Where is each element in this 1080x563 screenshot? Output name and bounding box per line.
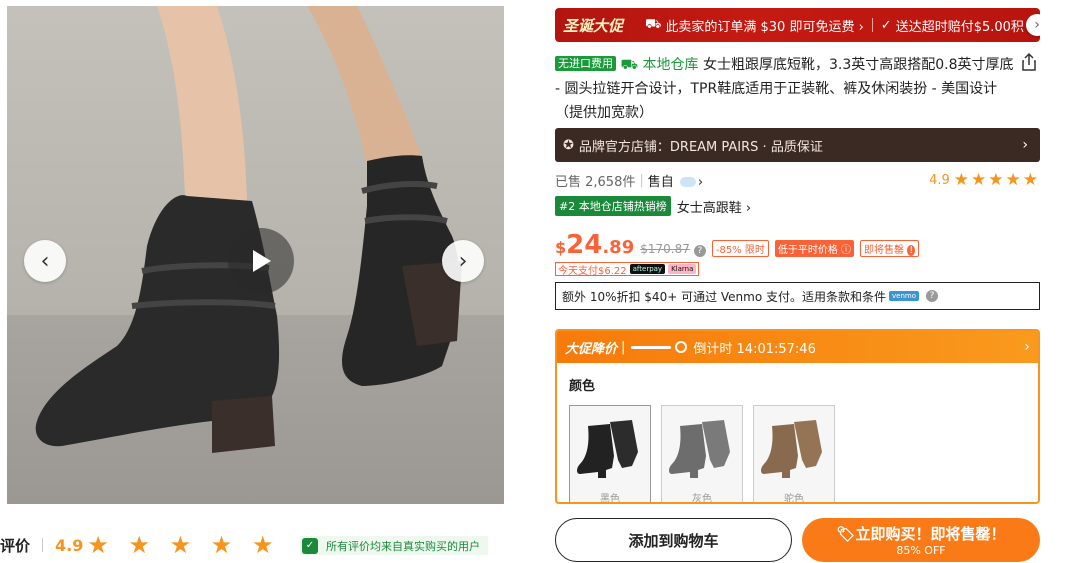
buy-now-text: 立即购买！即将售罄！ bbox=[855, 525, 1006, 543]
sold-count: 已售 2,658件 bbox=[555, 174, 636, 190]
countdown-timer: 倒计时 14:01:57:46 bbox=[693, 341, 816, 357]
prev-image-button[interactable]: ‹ bbox=[24, 240, 66, 282]
late-delivery-notice[interactable]: ✓ 送达超时赔付$5.00积 bbox=[881, 16, 1024, 35]
verified-reviews-notice: ✓ 所有评价均来自真实购买的用户 bbox=[300, 536, 488, 555]
price-row: $24.89 $170.87 ? -85% 限时 低于平时价格 ⓘ 即将售罄 ! bbox=[555, 230, 920, 260]
venmo-offer[interactable]: 额外 10%折扣 $40+ 可通过 Venmo 支付。适用条款和条件 venmo… bbox=[555, 282, 1040, 310]
product-image-gallery[interactable]: ‹ › bbox=[7, 6, 504, 504]
swatch-image bbox=[761, 420, 822, 478]
lower-price-text: 低于平时价格 bbox=[777, 245, 838, 256]
next-image-button[interactable]: › bbox=[442, 240, 484, 282]
verified-text: 所有评价均来自真实购买的用户 bbox=[326, 539, 480, 553]
swatch-image bbox=[577, 420, 638, 478]
color-swatch-tan[interactable]: 驼色 bbox=[753, 405, 835, 504]
product-title: 无进口费用 ⛟ 本地仓库 女士粗跟厚底短靴，3.3英寸高跟搭配0.8英寸厚底 -… bbox=[555, 53, 1015, 125]
chevron-left-icon: ‹ bbox=[40, 248, 50, 274]
buy-now-label: 🏷立即购买！即将售罄！ bbox=[836, 523, 1005, 544]
ranking-row[interactable]: #2 本地仓店铺热销榜 女士高跟鞋 › bbox=[555, 196, 751, 216]
buy-now-button[interactable]: 🏷立即购买！即将售罄！ 85% OFF bbox=[802, 518, 1040, 562]
afterpay-logo: afterpay bbox=[629, 264, 666, 274]
rating-score: 4.9 bbox=[929, 172, 950, 188]
banner-next-button[interactable]: › bbox=[1026, 14, 1040, 36]
divider bbox=[871, 18, 873, 32]
price-integer: 24 bbox=[566, 230, 603, 260]
ranking-tag: #2 本地仓店铺热销榜 bbox=[555, 196, 671, 216]
clock-icon bbox=[675, 341, 688, 353]
installment-badge[interactable]: 今天支付$6.22 afterpay Klarna bbox=[555, 262, 700, 277]
info-icon[interactable]: ? bbox=[693, 245, 706, 257]
lower-price-badge[interactable]: 低于平时价格 ⓘ bbox=[774, 240, 855, 257]
chevron-right-icon: › bbox=[1016, 335, 1038, 359]
late-delivery-text: 送达超时赔付$5.00积 bbox=[895, 19, 1024, 35]
chevron-right-icon: › bbox=[1022, 137, 1028, 153]
swatch-label: 黑色 bbox=[600, 494, 620, 504]
chevron-right-icon: › bbox=[458, 248, 468, 274]
seller-badge-icon bbox=[679, 177, 696, 187]
reviews-score: 4.9 bbox=[55, 535, 84, 555]
divider: | bbox=[639, 172, 644, 188]
divider: | bbox=[621, 339, 626, 355]
star-rating-icon: ★ ★ ★ ★ ★ bbox=[87, 531, 280, 559]
brand-text: 品牌官方店铺：DREAM PAIRS · 品质保证 bbox=[578, 139, 823, 155]
venmo-offer-text: 额外 10%折扣 $40+ 可通过 Venmo 支付。适用条款和条件 bbox=[562, 289, 887, 304]
swatch-image bbox=[669, 420, 730, 478]
official-store-bar[interactable]: ✪ 品牌官方店铺：DREAM PAIRS · 品质保证 › bbox=[555, 128, 1040, 162]
flash-sale-header[interactable]: 大促降价 | 倒计时 14:01:57:46 › bbox=[557, 331, 1038, 363]
ranking-category: 女士高跟鞋 › bbox=[676, 200, 752, 216]
verified-badge-icon: ✪ bbox=[563, 137, 574, 153]
original-price: $170.87 bbox=[640, 242, 690, 256]
reviews-label: 评价 bbox=[0, 536, 31, 555]
venmo-logo: venmo bbox=[889, 291, 920, 301]
add-to-cart-button[interactable]: 添加到购物车 bbox=[555, 518, 792, 562]
selling-out-badge: 即将售罄 ! bbox=[860, 240, 920, 257]
selling-out-text: 即将售罄 bbox=[864, 245, 905, 256]
flash-sale-panel: 大促降价 | 倒计时 14:01:57:46 › 颜色 黑色 灰色 驼色 bbox=[555, 329, 1040, 504]
share-icon[interactable] bbox=[1019, 52, 1039, 72]
divider bbox=[42, 538, 44, 552]
alert-icon: ! bbox=[907, 245, 916, 256]
pay-today-text: 今天支付$6.22 bbox=[558, 265, 627, 277]
current-price: $24.89 bbox=[555, 230, 634, 260]
play-icon bbox=[253, 250, 271, 272]
discount-badge: -85% 限时 bbox=[711, 240, 769, 257]
sold-by-label: 售自 bbox=[647, 174, 674, 190]
promo-banner[interactable]: 圣诞大促 ⛟ 此卖家的订单满 $30 即可免运费 › ✓ 送达超时赔付$5.00… bbox=[555, 8, 1040, 42]
klarna-logo: Klarna bbox=[668, 264, 697, 274]
truck-icon: ⛟ bbox=[645, 16, 662, 32]
buy-now-discount: 85% OFF bbox=[896, 544, 946, 557]
local-warehouse-label: 本地仓库 bbox=[642, 57, 699, 73]
banner-logo: 圣诞大促 bbox=[563, 16, 624, 35]
check-icon: ✓ bbox=[880, 17, 892, 33]
color-swatch-gray[interactable]: 灰色 bbox=[661, 405, 743, 504]
sales-row: 已售 2,658件 | 售自 › 4.9 ★★★★★ bbox=[555, 170, 1040, 190]
free-shipping-text: 此卖家的订单满 $30 即可免运费 › bbox=[665, 19, 864, 35]
shield-check-icon: ✓ bbox=[302, 537, 318, 554]
swatch-label: 灰色 bbox=[692, 494, 712, 504]
progress-bar bbox=[631, 345, 672, 349]
play-video-button[interactable] bbox=[228, 228, 294, 294]
star-rating-icon: ★★★★★ bbox=[953, 170, 1040, 190]
price-currency: $ bbox=[555, 238, 567, 257]
color-label: 颜色 bbox=[569, 379, 596, 394]
price-decimal: .89 bbox=[602, 237, 635, 258]
free-import-tag: 无进口费用 bbox=[555, 56, 616, 71]
info-icon[interactable]: ? bbox=[926, 290, 939, 302]
local-warehouse-tag: ⛟ 本地仓库 bbox=[620, 57, 699, 73]
color-swatch-black[interactable]: 黑色 bbox=[569, 405, 651, 504]
tag-icon: 🏷 bbox=[836, 525, 856, 543]
product-rating[interactable]: 4.9 ★★★★★ bbox=[929, 170, 1040, 190]
free-shipping-notice[interactable]: ⛟ 此卖家的订单满 $30 即可免运费 › bbox=[645, 16, 864, 35]
sold-by-link[interactable]: 售自 › bbox=[648, 171, 703, 190]
flash-sale-title: 大促降价 bbox=[565, 341, 618, 357]
swatch-label: 驼色 bbox=[784, 494, 804, 504]
